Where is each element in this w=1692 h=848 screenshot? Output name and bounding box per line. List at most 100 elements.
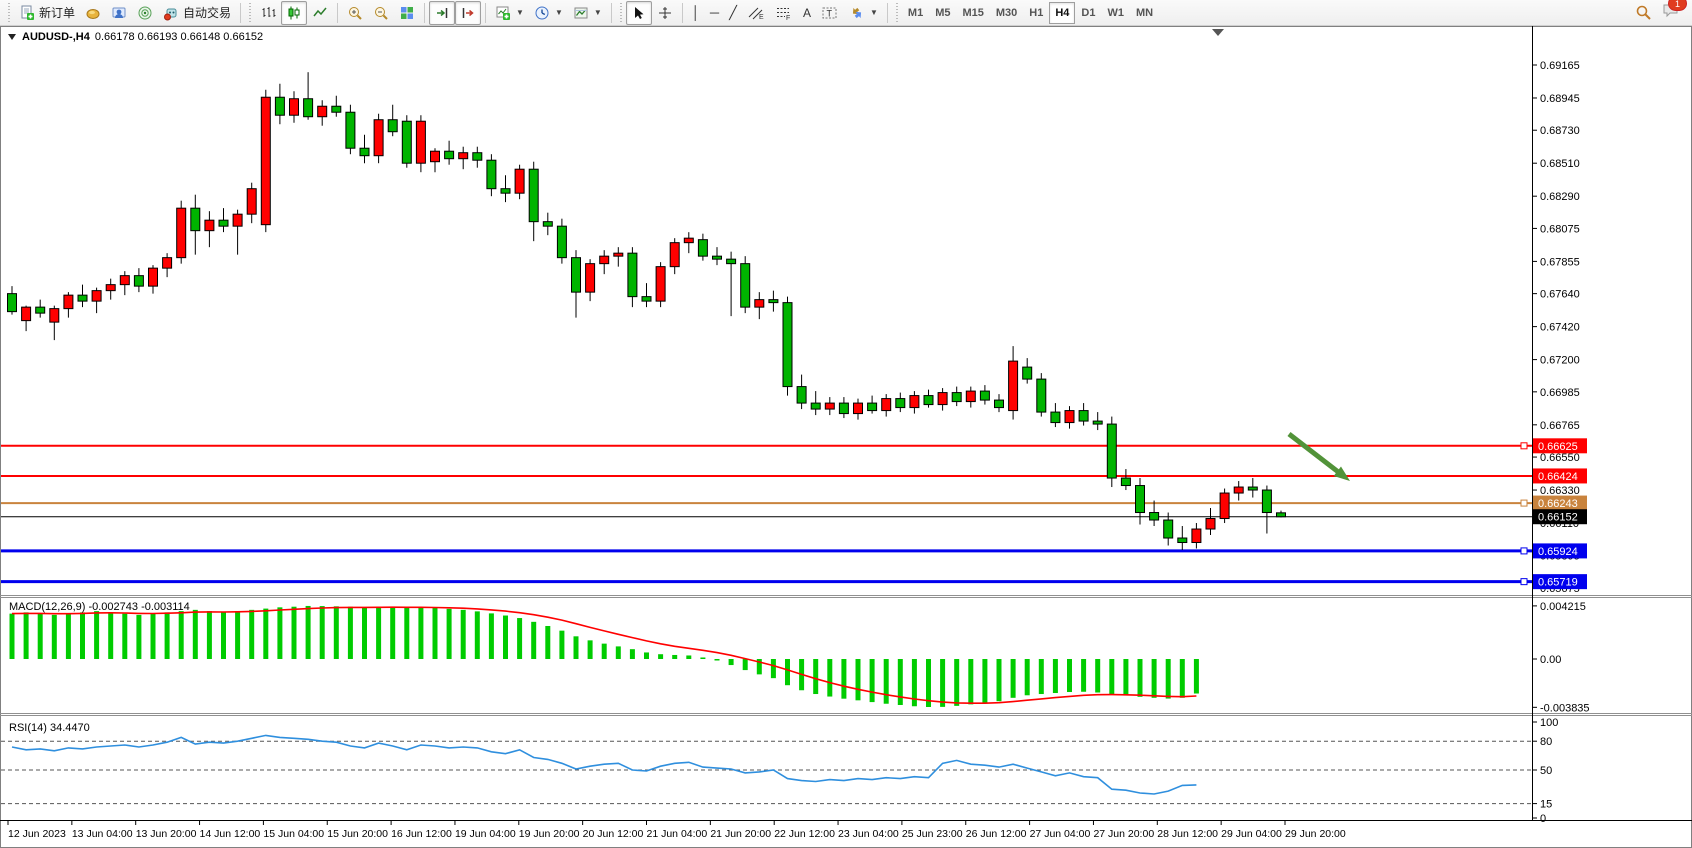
tile-windows-icon <box>399 5 415 21</box>
text-button[interactable]: A <box>798 1 816 25</box>
svg-text:0.66550: 0.66550 <box>1540 452 1580 464</box>
svg-text:0.004215: 0.004215 <box>1540 601 1586 613</box>
svg-text:0.68290: 0.68290 <box>1540 191 1580 203</box>
timeframe-h1-button[interactable]: H1 <box>1023 2 1049 24</box>
signals-button[interactable] <box>132 1 158 25</box>
toolbar-separator <box>337 3 338 23</box>
svg-text:0.66424: 0.66424 <box>1538 471 1578 483</box>
timeframe-m1-button[interactable]: M1 <box>902 2 929 24</box>
svg-text:13 Jun 20:00: 13 Jun 20:00 <box>136 828 197 840</box>
periods-button[interactable]: ▼ <box>529 1 568 25</box>
svg-text:0.65924: 0.65924 <box>1538 546 1578 558</box>
svg-text:0.68945: 0.68945 <box>1540 93 1580 105</box>
cursor-button[interactable] <box>626 1 652 25</box>
crosshair-icon <box>657 5 673 21</box>
crosshair-button[interactable] <box>652 1 678 25</box>
chart-shift-button[interactable] <box>455 1 481 25</box>
template-icon <box>573 5 589 21</box>
toolbar-drag-handle <box>248 3 252 23</box>
hosting-person-icon <box>111 5 127 21</box>
horizontal-line-button[interactable]: ─ <box>705 1 724 25</box>
timeframe-h4-button[interactable]: H4 <box>1049 2 1075 24</box>
svg-text:23 Jun 04:00: 23 Jun 04:00 <box>838 828 899 840</box>
chevron-down-icon: ▼ <box>516 8 524 17</box>
notifications-button[interactable]: 1 <box>1662 2 1680 23</box>
autotrading-robot-icon <box>163 5 179 21</box>
svg-text:0.68730: 0.68730 <box>1540 125 1580 137</box>
toolbar-separator <box>682 3 683 23</box>
svg-text:12 Jun 2023: 12 Jun 2023 <box>8 828 66 840</box>
channel-button[interactable]: E <box>742 1 770 25</box>
bar-chart-button[interactable] <box>255 1 281 25</box>
arrows-button[interactable]: ▼ <box>844 1 883 25</box>
toolbar-separator <box>611 3 612 23</box>
search-icon[interactable] <box>1635 4 1652 21</box>
bar-chart-icon <box>260 5 276 21</box>
chart-window: 0.691650.689450.687300.685100.682900.680… <box>0 26 1692 848</box>
svg-text:100: 100 <box>1540 717 1558 729</box>
new-order-label: 新订单 <box>39 4 75 21</box>
toolbar-right-icons: 1 <box>1635 2 1688 23</box>
virtual-hosting-button[interactable] <box>106 1 132 25</box>
timeframe-w1-button[interactable]: W1 <box>1101 2 1130 24</box>
svg-text:25 Jun 23:00: 25 Jun 23:00 <box>902 828 963 840</box>
line-chart-button[interactable] <box>307 1 333 25</box>
new-order-icon <box>19 5 35 21</box>
trendline-button[interactable]: ╱ <box>724 1 742 25</box>
gold-icon <box>85 5 101 21</box>
chart-title: AUDUSD-,H4 0.66178 0.66193 0.66148 0.661… <box>8 31 263 43</box>
svg-text:0.65719: 0.65719 <box>1538 577 1578 589</box>
svg-text:0.68075: 0.68075 <box>1540 223 1580 235</box>
svg-text:50: 50 <box>1540 765 1552 777</box>
price-chart-canvas[interactable]: 0.691650.689450.687300.685100.682900.680… <box>0 26 1692 848</box>
svg-text:0.66330: 0.66330 <box>1540 485 1580 497</box>
svg-text:19 Jun 20:00: 19 Jun 20:00 <box>519 828 580 840</box>
new-order-button[interactable]: 新订单 <box>14 1 80 25</box>
toolbar-drag-handle <box>7 3 11 23</box>
svg-text:0.66625: 0.66625 <box>1538 441 1578 453</box>
svg-text:0.66152: 0.66152 <box>1538 512 1578 524</box>
svg-text:20 Jun 12:00: 20 Jun 12:00 <box>583 828 644 840</box>
vertical-line-button[interactable]: │ <box>687 1 705 25</box>
rsi-indicator-label: RSI(14) 34.4470 <box>9 722 90 734</box>
horizontal-line-icon: ─ <box>710 5 719 20</box>
toolbar-drag-handle <box>895 3 899 23</box>
text-label-icon: T <box>821 5 839 21</box>
svg-text:0.66243: 0.66243 <box>1538 498 1578 510</box>
tile-windows-button[interactable] <box>394 1 420 25</box>
notification-badge: 1 <box>1668 0 1687 11</box>
timeframe-mn-button[interactable]: MN <box>1130 2 1159 24</box>
collapse-triangle-icon[interactable] <box>8 33 17 41</box>
zoom-out-button[interactable] <box>368 1 394 25</box>
timeframe-d1-button[interactable]: D1 <box>1075 2 1101 24</box>
indicators-button[interactable]: ▼ <box>490 1 529 25</box>
svg-text:0.67855: 0.67855 <box>1540 256 1580 268</box>
auto-scroll-icon <box>434 5 450 21</box>
svg-text:16 Jun 12:00: 16 Jun 12:00 <box>391 828 452 840</box>
svg-text:0.66985: 0.66985 <box>1540 387 1580 399</box>
templates-button[interactable]: ▼ <box>568 1 607 25</box>
autotrading-button[interactable]: 自动交易 <box>158 1 236 25</box>
fibonacci-button[interactable]: F <box>770 1 798 25</box>
candlestick-chart-button[interactable] <box>281 1 307 25</box>
svg-text:22 Jun 12:00: 22 Jun 12:00 <box>774 828 835 840</box>
svg-text:0.00: 0.00 <box>1540 654 1561 666</box>
timeframe-m5-button[interactable]: M5 <box>929 2 956 24</box>
auto-scroll-button[interactable] <box>429 1 455 25</box>
svg-text:T: T <box>826 8 832 18</box>
text-label-button[interactable]: T <box>816 1 844 25</box>
zoom-in-button[interactable] <box>342 1 368 25</box>
mt4-window: { "toolbar": { "new_order_label": "新订单",… <box>0 0 1692 848</box>
svg-text:21 Jun 20:00: 21 Jun 20:00 <box>710 828 771 840</box>
svg-text:-0.003835: -0.003835 <box>1540 702 1590 714</box>
fibonacci-icon: F <box>775 5 793 21</box>
market-depth-button[interactable] <box>80 1 106 25</box>
timeframe-m15-button[interactable]: M15 <box>956 2 989 24</box>
signals-radar-icon <box>137 5 153 21</box>
autotrading-label: 自动交易 <box>183 4 231 21</box>
svg-text:27 Jun 20:00: 27 Jun 20:00 <box>1093 828 1154 840</box>
chart-symbol-period: AUDUSD-,H4 <box>22 31 90 43</box>
svg-text:0.67640: 0.67640 <box>1540 289 1580 301</box>
timeframe-m30-button[interactable]: M30 <box>990 2 1023 24</box>
svg-text:80: 80 <box>1540 736 1552 748</box>
